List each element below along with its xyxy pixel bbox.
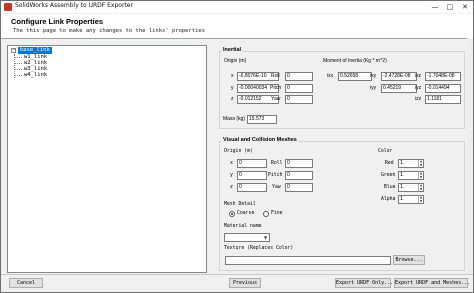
green-label: Green xyxy=(381,173,396,178)
inertial-yaw-input[interactable]: 0 xyxy=(285,95,313,104)
blue-label: Blue xyxy=(384,185,396,190)
green-spinner[interactable]: 1 ▲ ▼ xyxy=(398,171,424,180)
visual-y-input[interactable]: 0 xyxy=(237,171,267,180)
export-urdf-only-button[interactable]: Export URDF Only... xyxy=(335,278,393,288)
inertial-y-label: y xyxy=(231,85,234,91)
inertial-yaw-label: Yaw xyxy=(271,96,281,102)
export-urdf-and-meshes-button[interactable]: Export URDF and Meshes... xyxy=(394,278,470,288)
maximize-button[interactable]: □ xyxy=(444,2,456,12)
spinner-arrows-icon[interactable]: ▲ ▼ xyxy=(418,195,423,203)
coarse-radio[interactable] xyxy=(229,211,235,217)
izz-label: izz xyxy=(415,96,422,102)
wizard-header: Configure Link Properties The this page … xyxy=(1,14,473,38)
tree-connector xyxy=(14,63,22,64)
visual-z-input[interactable]: 0 xyxy=(237,183,267,192)
visual-yaw-label: Yaw xyxy=(272,185,281,190)
fine-label: Fine xyxy=(271,211,283,216)
ixy-input[interactable]: -2.4728E-08 xyxy=(381,72,417,81)
material-name-label: Material name xyxy=(224,224,262,229)
header-divider xyxy=(1,38,473,39)
spinner-arrows-icon[interactable]: ▲ ▼ xyxy=(418,171,423,179)
blue-spinner[interactable]: 1 ▲ ▼ xyxy=(398,183,424,192)
color-label: Color xyxy=(378,149,393,154)
iyz-input[interactable]: -0.014494 xyxy=(425,84,461,93)
close-button[interactable]: ✕ xyxy=(459,2,471,12)
inertial-pitch-input[interactable]: 0 xyxy=(285,84,313,93)
ixy-label: ixy xyxy=(370,73,377,79)
footer-divider xyxy=(1,274,473,275)
inertial-roll-input[interactable]: 0 xyxy=(285,72,313,81)
vertical-scrollbar[interactable] xyxy=(467,38,473,274)
window-title: SolidWorks Assembly to URDF Exporter xyxy=(15,2,133,9)
page-title: Configure Link Properties xyxy=(11,17,104,26)
minimize-button[interactable]: — xyxy=(429,2,441,12)
visual-collision-title: Visual and Collision Meshes xyxy=(222,137,298,143)
collapse-icon[interactable]: − xyxy=(11,48,16,53)
mass-label: Mass (kg) xyxy=(223,116,245,122)
alpha-value: 1 xyxy=(400,196,404,202)
browse-button[interactable]: Browse... xyxy=(393,255,425,265)
red-spinner[interactable]: 1 ▲ ▼ xyxy=(398,159,424,168)
inertial-origin-label: Origin (m) xyxy=(224,58,247,64)
previous-button[interactable]: Previous xyxy=(229,278,261,288)
visual-x-label: x xyxy=(230,161,233,166)
fine-radio[interactable] xyxy=(263,211,269,217)
tree-connector xyxy=(14,75,22,76)
link-tree[interactable]: − base_link w1_link w2_link w3_link w4_l… xyxy=(7,45,207,273)
inertial-z-label: z xyxy=(231,96,234,102)
texture-label: Texture (Replaces Color) xyxy=(224,246,294,251)
chevron-down-icon[interactable]: ▼ xyxy=(262,234,269,241)
inertial-pitch-label: Pitch xyxy=(270,85,282,91)
spinner-arrows-icon[interactable]: ▲ ▼ xyxy=(418,159,423,167)
iyy-input[interactable]: 0.45219 xyxy=(381,84,417,93)
page-subtitle: The this page to make any changes to the… xyxy=(13,28,206,34)
title-bar: SolidWorks Assembly to URDF Exporter — □… xyxy=(1,1,473,13)
visual-pitch-label: Pitch xyxy=(268,173,283,178)
tree-connector xyxy=(14,69,22,70)
tree-connector xyxy=(14,57,22,58)
mass-input[interactable]: 15.573 xyxy=(247,115,277,124)
visual-origin-label: Origin (m) xyxy=(224,149,253,154)
solidworks-app-icon xyxy=(4,3,12,11)
blue-value: 1 xyxy=(400,184,404,190)
alpha-label: Alpha xyxy=(381,197,396,202)
visual-x-input[interactable]: 0 xyxy=(237,159,267,168)
iyz-label: iyz xyxy=(415,85,422,91)
cancel-button[interactable]: Cancel xyxy=(9,278,43,288)
tree-node-w4-link[interactable]: w4_link xyxy=(24,72,47,79)
visual-yaw-input[interactable]: 0 xyxy=(285,183,313,192)
visual-y-label: y xyxy=(230,173,233,178)
ixx-label: ixx xyxy=(327,73,334,79)
moi-label: Moment of Inertia (Kg * m^2) xyxy=(323,58,387,64)
green-value: 1 xyxy=(400,172,404,178)
visual-z-label: z xyxy=(230,185,233,190)
iyy-label: iyy xyxy=(370,85,377,91)
inertial-x-label: x xyxy=(231,73,234,79)
inertial-roll-label: Roll xyxy=(271,73,280,79)
spinner-arrows-icon[interactable]: ▲ ▼ xyxy=(418,183,423,191)
mesh-detail-label: Mesh Detail xyxy=(224,202,256,207)
inertial-title: Inertial xyxy=(222,47,243,53)
coarse-label: Coarse xyxy=(237,211,255,216)
material-name-combo[interactable]: ▼ xyxy=(224,233,270,242)
visual-roll-label: Roll xyxy=(271,161,283,166)
alpha-spinner[interactable]: 1 ▲ ▼ xyxy=(398,195,424,204)
izz-input[interactable]: 1.1181 xyxy=(425,95,461,104)
exporter-window: SolidWorks Assembly to URDF Exporter — □… xyxy=(0,0,474,293)
red-label: Red xyxy=(385,161,394,166)
ixz-label: ixz xyxy=(415,73,422,79)
visual-pitch-input[interactable]: 0 xyxy=(285,171,313,180)
ixz-input[interactable]: -1.7048E-08 xyxy=(425,72,461,81)
texture-path-input[interactable] xyxy=(225,256,391,265)
red-value: 1 xyxy=(400,160,404,166)
visual-roll-input[interactable]: 0 xyxy=(285,159,313,168)
ixx-input[interactable]: 0.52658 xyxy=(338,72,372,81)
